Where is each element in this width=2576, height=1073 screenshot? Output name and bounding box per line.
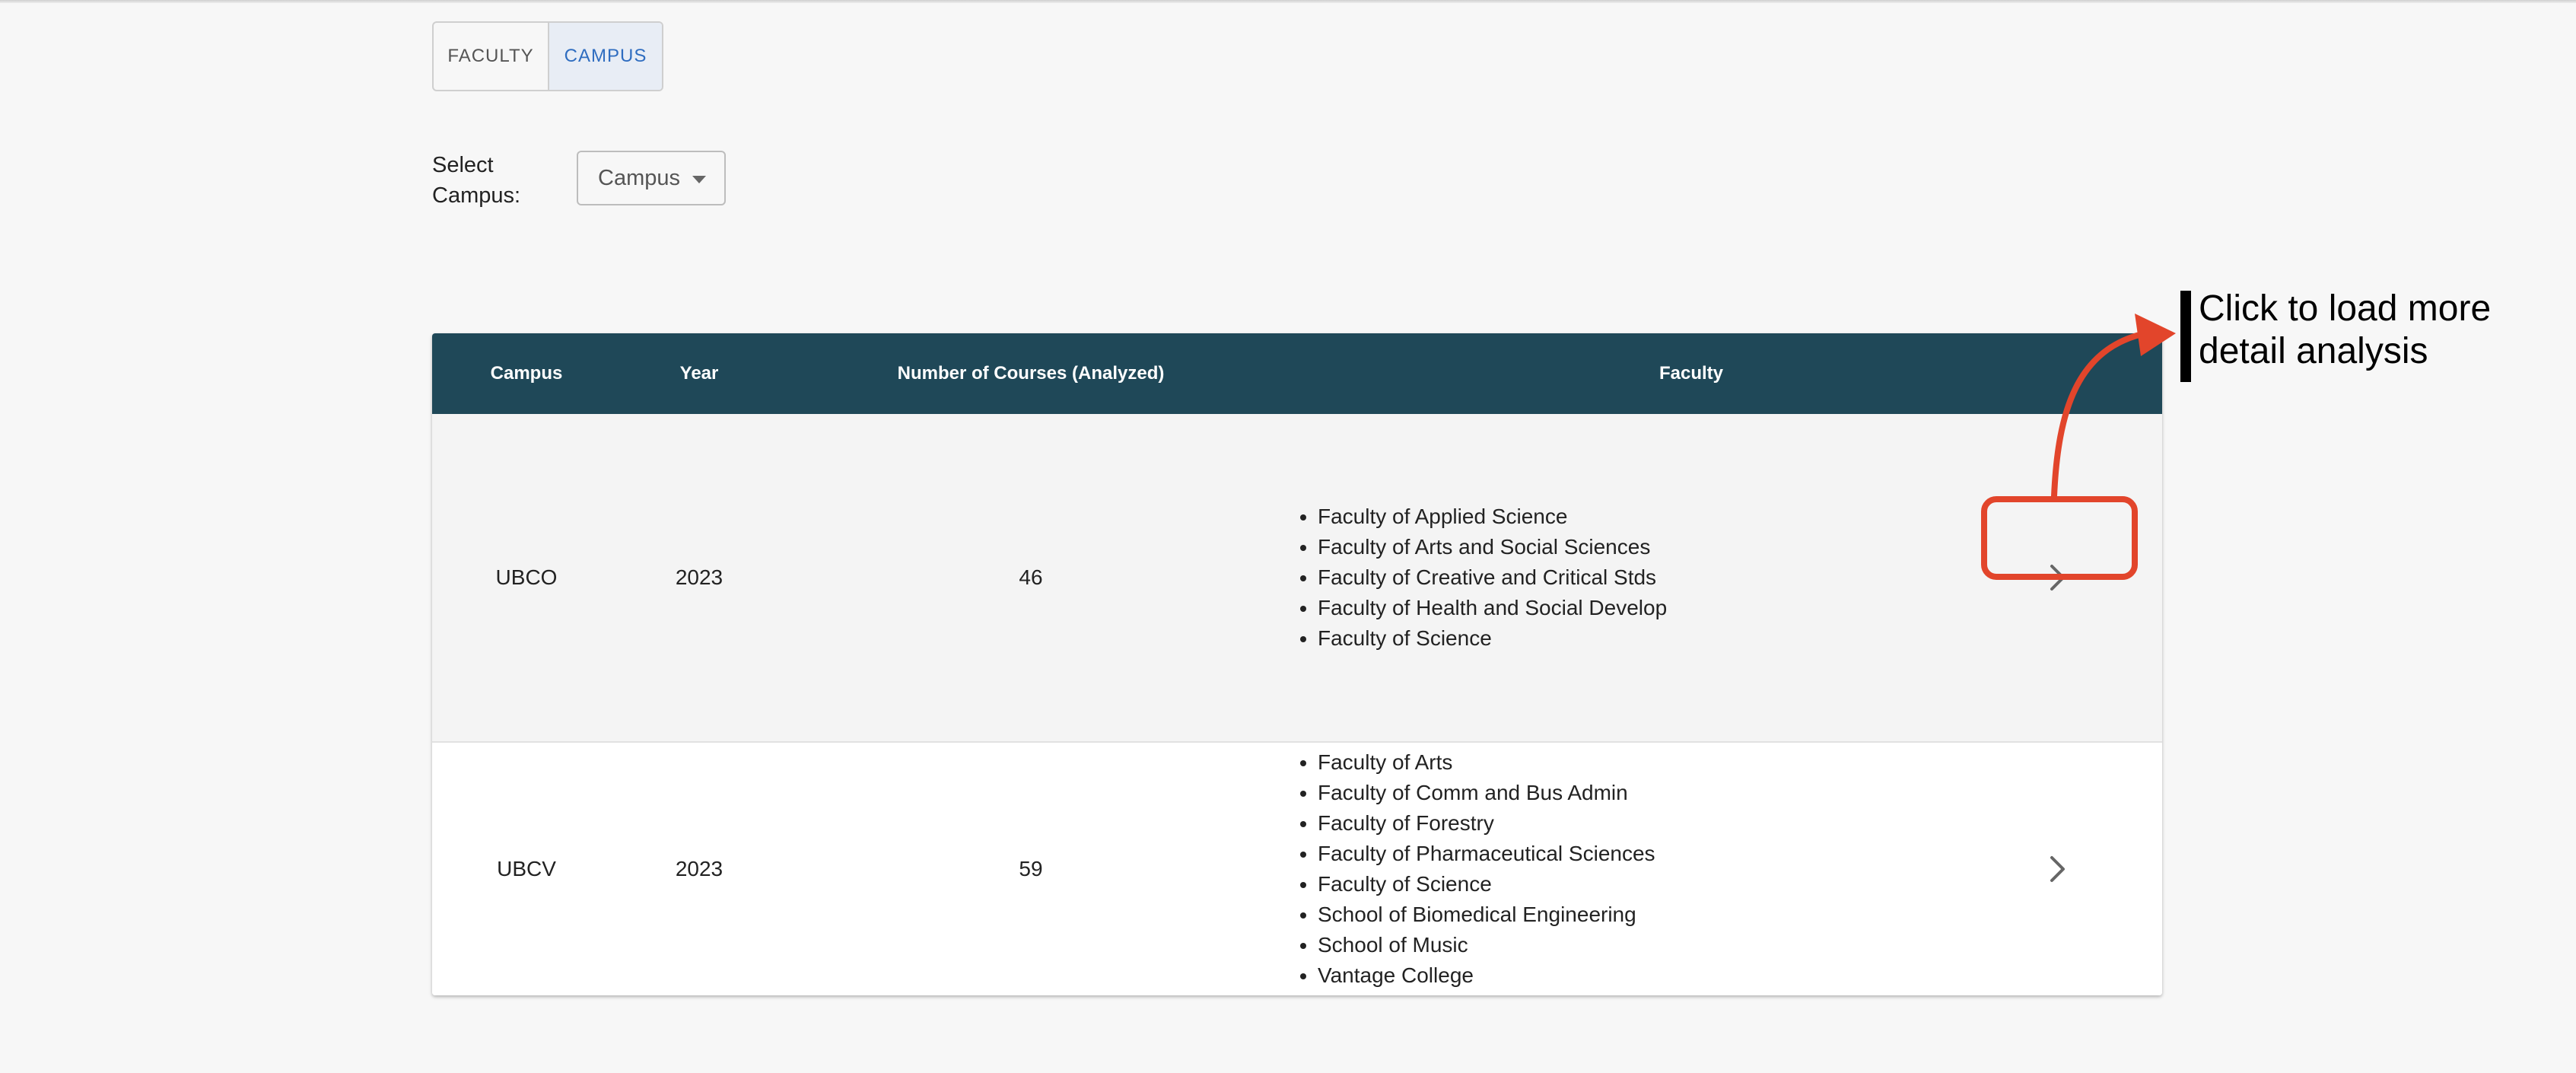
faculty-list-item: School of Biomedical Engineering bbox=[1318, 899, 1655, 930]
header-year: Year bbox=[679, 363, 719, 384]
cell-courses: 59 bbox=[1019, 857, 1043, 880]
expand-detail-button[interactable] bbox=[2035, 846, 2081, 892]
campus-table: Campus Year Number of Courses (Analyzed)… bbox=[432, 333, 2162, 995]
cell-year: 2023 bbox=[675, 565, 724, 589]
chevron-right-icon bbox=[2050, 856, 2065, 882]
cell-campus: UBCO bbox=[495, 565, 558, 589]
faculty-list-item: Faculty of Science bbox=[1318, 623, 1667, 654]
cell-campus: UBCV bbox=[497, 857, 556, 880]
header-campus: Campus bbox=[490, 363, 563, 384]
table-header: Campus Year Number of Courses (Analyzed)… bbox=[432, 333, 2162, 414]
annotation-bar bbox=[2180, 291, 2191, 382]
view-toggle: FACULTY CAMPUS bbox=[432, 21, 663, 91]
annotation-text: Click to load more detail analysis bbox=[2199, 288, 2492, 371]
faculty-list-item: Vantage College bbox=[1318, 960, 1655, 991]
faculty-list-item: Faculty of Forestry bbox=[1318, 808, 1655, 839]
faculty-list-item: Faculty of Creative and Critical Stds bbox=[1318, 562, 1667, 593]
faculty-list-item: Faculty of Health and Social Develop bbox=[1318, 593, 1667, 623]
faculty-list-item: Faculty of Applied Science bbox=[1318, 501, 1667, 532]
campus-toggle-button[interactable]: CAMPUS bbox=[549, 23, 662, 90]
annotation-highlight-box bbox=[1981, 496, 2138, 580]
select-campus-label: Select Campus: bbox=[432, 153, 521, 208]
faculty-list-item: Faculty of Science bbox=[1318, 869, 1655, 899]
faculty-list-item: Faculty of Pharmaceutical Sciences bbox=[1318, 839, 1655, 869]
table-row: UBCV 2023 59 Faculty of Arts Faculty of … bbox=[432, 743, 2162, 995]
faculty-list-item: Faculty of Arts and Social Sciences bbox=[1318, 532, 1667, 562]
table-row: UBCO 2023 46 Faculty of Applied Science … bbox=[432, 414, 2162, 743]
top-shadow-line bbox=[0, 0, 2576, 3]
faculty-list-item: Faculty of Arts bbox=[1318, 747, 1655, 778]
campus-select[interactable]: Campus bbox=[577, 151, 726, 205]
faculty-list: Faculty of Arts Faculty of Comm and Bus … bbox=[1284, 747, 1655, 991]
faculty-list: Faculty of Applied Science Faculty of Ar… bbox=[1284, 501, 1667, 654]
faculty-list-item: School of Music bbox=[1318, 930, 1655, 960]
header-faculty: Faculty bbox=[1658, 363, 1724, 384]
cell-action bbox=[1954, 743, 2162, 995]
dropdown-caret-icon bbox=[692, 176, 706, 183]
cell-year: 2023 bbox=[675, 857, 724, 880]
cell-courses: 46 bbox=[1019, 565, 1043, 589]
campus-select-value: Campus bbox=[598, 165, 680, 190]
header-courses: Number of Courses (Analyzed) bbox=[897, 363, 1165, 384]
faculty-list-item: Faculty of Comm and Bus Admin bbox=[1318, 778, 1655, 808]
faculty-toggle-button[interactable]: FACULTY bbox=[434, 23, 549, 90]
